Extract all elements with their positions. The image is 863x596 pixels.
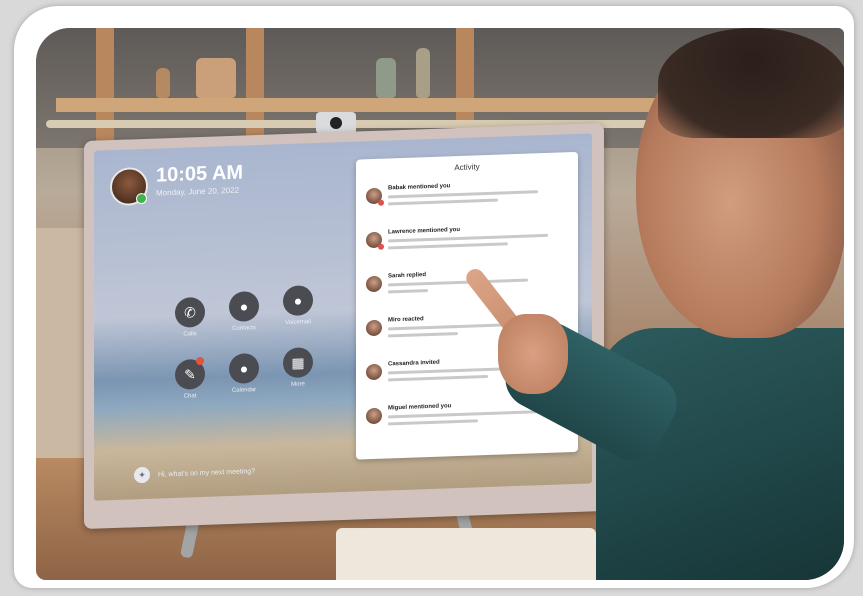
clock-time: 10:05 AM [156, 161, 244, 187]
app-label: Contacts [232, 325, 256, 332]
message-preview [388, 233, 548, 243]
assistant-prompt: Hi, what's on my next meeting? [158, 467, 256, 478]
vase [376, 58, 396, 98]
message-preview [388, 374, 488, 382]
message-preview [388, 198, 498, 206]
calls-button[interactable]: ✆ Calls [162, 296, 218, 338]
calendar-button[interactable]: ● Calendar [216, 352, 272, 395]
message-preview [388, 190, 538, 199]
monitor-base [336, 528, 596, 580]
activity-item[interactable]: Babak mentioned you [356, 173, 578, 225]
assistant-bar[interactable]: ✦ Hi, what's on my next meeting? [134, 457, 384, 486]
person-hand [498, 314, 568, 394]
activity-item[interactable]: Sarah replied [356, 261, 578, 313]
notification-badge [196, 356, 204, 366]
person-icon: ● [229, 290, 259, 323]
message-preview [388, 278, 528, 287]
person-hair [658, 28, 844, 138]
message-preview [388, 323, 508, 331]
vase [416, 48, 430, 98]
message-preview [388, 332, 458, 338]
mention-badge [378, 243, 384, 250]
message-preview [388, 289, 428, 294]
voicemail-button[interactable]: ● Voicemail [270, 285, 326, 327]
app-label: Chat [183, 393, 197, 400]
avatar [366, 275, 382, 293]
app-label: Calls [183, 331, 197, 338]
phone-icon: ✆ [175, 296, 205, 328]
avatar [366, 319, 382, 337]
shelf-board [56, 98, 656, 112]
presence-indicator [136, 192, 147, 205]
assistant-icon: ✦ [134, 466, 150, 484]
message-preview [388, 419, 478, 426]
chat-button[interactable]: ✎ Chat [162, 356, 218, 400]
camera-lens [330, 117, 342, 129]
app-label: Voicemail [285, 319, 311, 327]
mention-badge [378, 199, 384, 206]
box [196, 58, 236, 98]
avatar [366, 407, 382, 425]
message-preview [388, 410, 538, 419]
photo: 10:05 AM Monday, June 20, 2022 ✆ Calls ●… [36, 28, 844, 580]
app-label: More [291, 381, 305, 388]
contacts-button[interactable]: ● Contacts [216, 290, 272, 333]
avatar [366, 363, 382, 381]
photo-frame: 10:05 AM Monday, June 20, 2022 ✆ Calls ●… [14, 6, 854, 588]
apps-icon: ▦ [283, 347, 313, 379]
shelf-post [246, 28, 264, 148]
clock-date: Monday, June 20, 2022 [156, 185, 240, 198]
person-icon: ● [283, 285, 313, 317]
activity-item[interactable]: Lawrence mentioned you [356, 217, 578, 269]
webcam [316, 112, 356, 134]
vase [156, 68, 170, 98]
person-icon: ● [229, 352, 259, 385]
shelf-post [96, 28, 114, 148]
app-label: Calendar [231, 387, 257, 394]
message-preview [388, 242, 508, 250]
more-button[interactable]: ▦ More [270, 347, 326, 389]
